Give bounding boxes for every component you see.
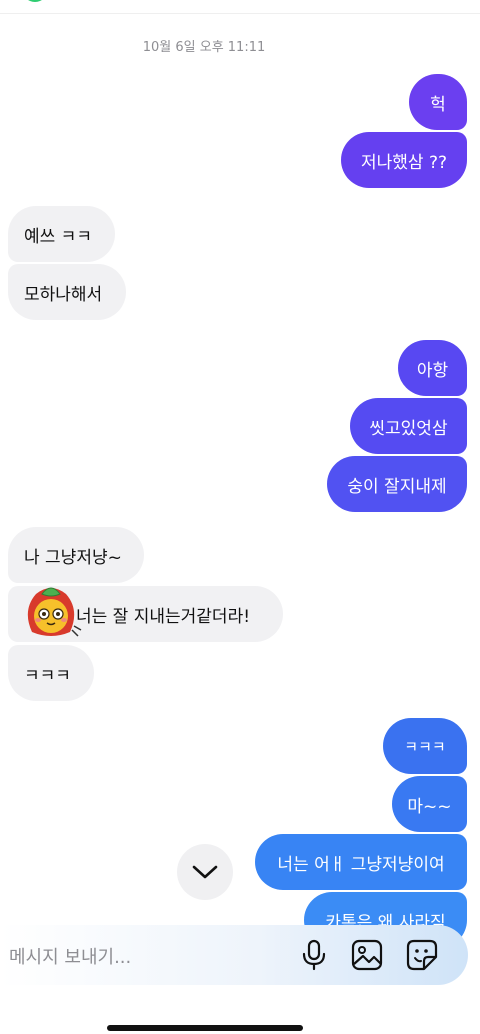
message-bubble-sent[interactable]: 마~~ bbox=[392, 776, 467, 832]
microphone-icon[interactable] bbox=[296, 937, 332, 973]
header-strip bbox=[0, 0, 480, 14]
message-bubble-sent[interactable]: 씻고있엇삼 bbox=[350, 398, 467, 454]
message-bubble-sent[interactable]: 아항 bbox=[398, 340, 467, 396]
message-bubble-received[interactable]: 예쓰 ㅋㅋ bbox=[8, 206, 115, 262]
message-bubble-received[interactable]: 나 그냥저냥~ bbox=[8, 527, 144, 583]
message-composer: 메시지 보내기... bbox=[0, 925, 468, 985]
sticker-icon[interactable] bbox=[404, 937, 440, 973]
message-bubble-sent[interactable]: 너는 어ㅐ 그냥저냥이여 bbox=[255, 834, 467, 890]
image-icon[interactable] bbox=[349, 937, 385, 973]
message-timestamp: 10월 6일 오후 11:11 bbox=[142, 40, 266, 55]
message-bubble-received[interactable]: ㅋㅋㅋ bbox=[8, 645, 94, 701]
chevron-down-icon bbox=[192, 865, 218, 879]
message-bubble-received[interactable]: 모하나해서 bbox=[8, 264, 126, 320]
online-status-dot bbox=[22, 0, 48, 2]
character-sticker[interactable] bbox=[18, 580, 84, 646]
home-indicator bbox=[107, 1025, 303, 1031]
message-input[interactable]: 메시지 보내기... bbox=[9, 943, 131, 969]
message-bubble-sent[interactable]: 헉 bbox=[409, 74, 467, 130]
scroll-to-bottom-button[interactable] bbox=[177, 844, 233, 900]
message-bubble-sent[interactable]: ㅋㅋㅋ bbox=[383, 718, 467, 774]
message-bubble-sent[interactable]: 저나했삼 ?? bbox=[341, 132, 467, 188]
message-bubble-sent[interactable]: 숭이 잘지내제 bbox=[327, 456, 467, 512]
